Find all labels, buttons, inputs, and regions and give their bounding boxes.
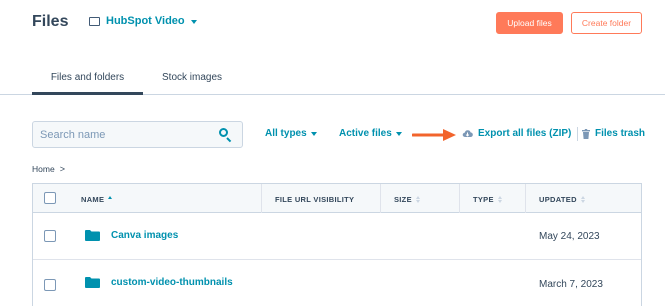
files-trash-label: Files trash	[595, 128, 646, 139]
account-switcher[interactable]: HubSpot Video	[89, 15, 197, 27]
toolbar-divider	[577, 127, 578, 141]
row-checkbox[interactable]	[44, 230, 56, 242]
search-box	[32, 121, 243, 148]
create-folder-button[interactable]: Create folder	[571, 12, 642, 34]
column-header-size[interactable]: SIZE	[394, 195, 420, 204]
types-filter-label: All types	[265, 128, 307, 139]
account-switcher-label: HubSpot Video	[106, 15, 185, 27]
sort-icon	[497, 196, 502, 203]
row-updated: March 7, 2023	[539, 279, 603, 290]
chevron-down-icon	[310, 131, 317, 136]
files-trash-link[interactable]: Files trash	[582, 128, 645, 139]
chevron-right-icon: >	[59, 164, 65, 174]
breadcrumb: Home >	[32, 164, 65, 174]
export-all-files-label: Export all files (ZIP)	[478, 128, 572, 139]
video-icon	[89, 16, 100, 26]
tab-stock-images[interactable]: Stock images	[162, 72, 222, 83]
search-input[interactable]	[40, 128, 200, 141]
search-icon[interactable]	[219, 127, 233, 142]
trash-icon	[582, 128, 590, 139]
table-row: Canva images May 24, 2023	[33, 213, 641, 260]
chevron-down-icon	[190, 19, 197, 24]
sort-icon	[580, 196, 585, 203]
row-checkbox[interactable]	[44, 279, 56, 291]
status-filter-dropdown[interactable]: Active files	[339, 128, 402, 139]
column-header-label: SIZE	[394, 195, 412, 204]
column-header-label: TYPE	[473, 195, 494, 204]
column-header-label: FILE URL VISIBILITY	[275, 195, 355, 204]
column-header-label: NAME	[81, 195, 105, 204]
table-header: NAME FILE URL VISIBILITY SIZE TYPE UPDAT…	[33, 184, 641, 213]
column-header-label: UPDATED	[539, 195, 577, 204]
table-row: custom-video-thumbnails March 7, 2023	[33, 260, 641, 306]
tab-bar: Files and folders Stock images	[0, 66, 665, 95]
folder-icon	[85, 277, 100, 288]
row-updated: May 24, 2023	[539, 231, 600, 242]
column-header-updated[interactable]: UPDATED	[539, 195, 585, 204]
tab-files-and-folders[interactable]: Files and folders	[32, 72, 143, 95]
column-header-file-url-visibility: FILE URL VISIBILITY	[275, 195, 354, 204]
folder-icon	[85, 230, 100, 241]
cloud-download-icon	[462, 130, 473, 138]
sort-icon	[415, 196, 420, 203]
row-name-link[interactable]: Canva images	[111, 230, 178, 241]
row-name-link[interactable]: custom-video-thumbnails	[111, 277, 233, 288]
breadcrumb-home[interactable]: Home	[32, 164, 55, 174]
sort-ascending-icon	[108, 196, 113, 203]
types-filter-dropdown[interactable]: All types	[265, 128, 317, 139]
export-all-files-link[interactable]: Export all files (ZIP)	[462, 128, 571, 139]
column-header-name[interactable]: NAME	[81, 195, 113, 204]
chevron-down-icon	[395, 131, 402, 136]
upload-files-button[interactable]: Upload files	[496, 12, 563, 34]
files-table: NAME FILE URL VISIBILITY SIZE TYPE UPDAT…	[32, 183, 642, 306]
select-all-checkbox[interactable]	[44, 192, 56, 204]
annotation-arrow-icon	[412, 129, 456, 141]
column-header-type[interactable]: TYPE	[473, 195, 502, 204]
status-filter-label: Active files	[339, 128, 392, 139]
page-title: Files	[32, 13, 69, 30]
